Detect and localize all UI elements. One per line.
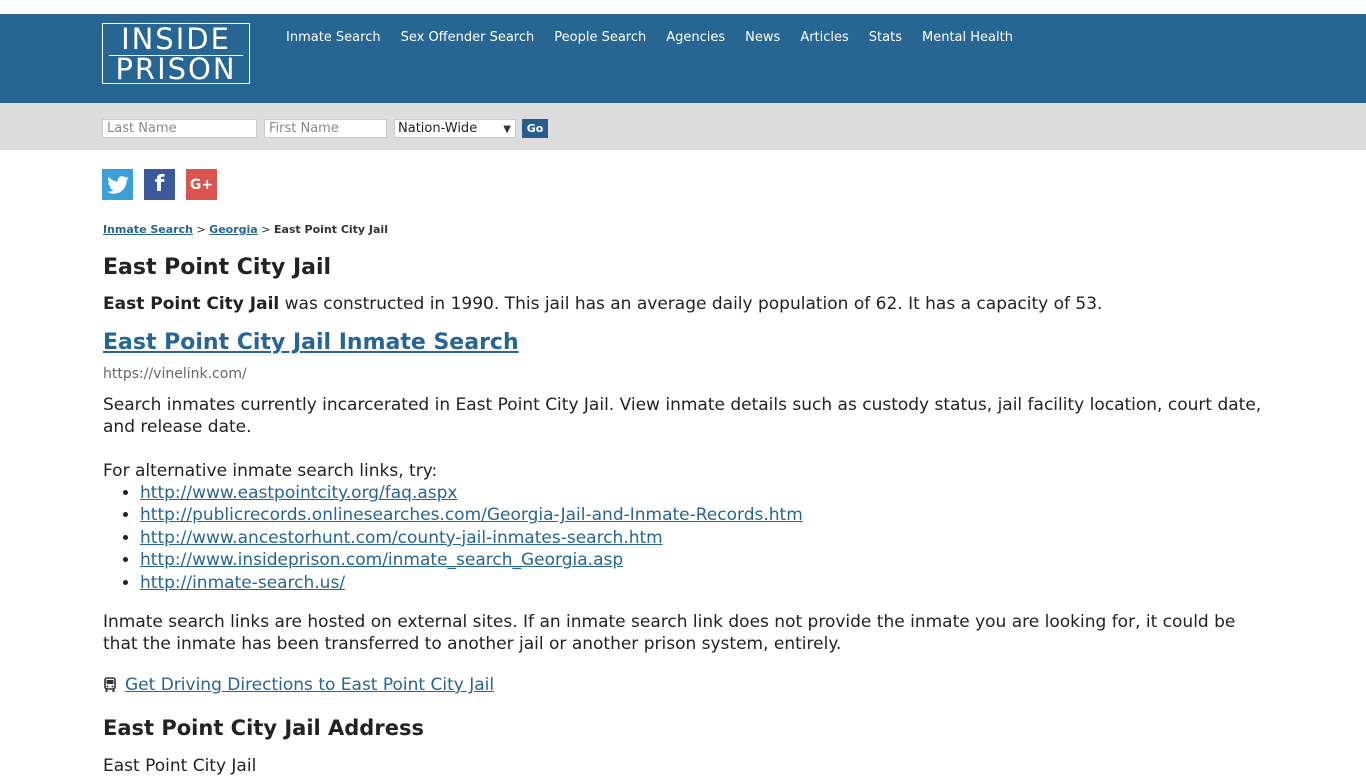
list-item: http://www.ancestorhunt.com/county-jail-… <box>140 527 803 549</box>
alt-link-ancestorhunt[interactable]: http://www.ancestorhunt.com/county-jail-… <box>140 528 663 548</box>
region-select-value: Nation-Wide <box>398 121 478 136</box>
twitter-bird-icon <box>106 175 129 194</box>
nav-agencies[interactable]: Agencies <box>666 29 725 47</box>
breadcrumb: Inmate Search > Georgia > East Point Cit… <box>103 222 388 238</box>
breadcrumb-separator: > <box>261 223 271 236</box>
car-icon <box>104 677 116 692</box>
first-name-input[interactable] <box>264 119 387 138</box>
facebook-icon[interactable]: f <box>144 169 175 200</box>
facebook-glyph: f <box>154 172 165 197</box>
go-button[interactable]: Go <box>522 119 548 138</box>
nav-stats[interactable]: Stats <box>869 29 902 47</box>
nav-mental-health[interactable]: Mental Health <box>922 29 1013 47</box>
alt-link-inmate-search-us[interactable]: http://inmate-search.us/ <box>140 573 345 593</box>
list-item: http://www.eastpointcity.org/faq.aspx <box>140 482 803 504</box>
list-item: http://publicrecords.onlinesearches.com/… <box>140 504 803 526</box>
driving-directions-link[interactable]: Get Driving Directions to East Point Cit… <box>125 674 494 696</box>
logo-line-1: INSIDE <box>121 22 231 56</box>
list-item: http://inmate-search.us/ <box>140 572 803 594</box>
page-title: East Point City Jail <box>103 255 332 280</box>
nav-sex-offender-search[interactable]: Sex Offender Search <box>401 29 535 47</box>
intro-text: was constructed in 1990. This jail has a… <box>279 294 1103 314</box>
address-line: East Point City Jail <box>103 756 257 776</box>
breadcrumb-separator: > <box>196 223 206 236</box>
google-plus-glyph: G+ <box>189 176 214 193</box>
google-plus-icon[interactable]: G+ <box>186 169 217 200</box>
chevron-down-icon: ▼ <box>503 124 511 135</box>
alt-links-intro: For alternative inmate search links, try… <box>103 461 438 481</box>
inmate-search-link[interactable]: East Point City Jail Inmate Search <box>103 329 519 357</box>
list-item: http://www.insideprison.com/inmate_searc… <box>140 549 803 571</box>
nav-inmate-search[interactable]: Inmate Search <box>286 29 381 47</box>
breadcrumb-georgia[interactable]: Georgia <box>209 223 258 236</box>
search-description: Search inmates currently incarcerated in… <box>103 395 1262 437</box>
nav-news[interactable]: News <box>745 29 780 47</box>
alt-link-insideprison[interactable]: http://www.insideprison.com/inmate_searc… <box>140 550 623 570</box>
top-strip <box>0 0 1366 14</box>
site-header: INSIDE PRISON Inmate Search Sex Offender… <box>0 14 1366 103</box>
social-share: f G+ <box>102 169 228 200</box>
search-bar: Nation-Wide ▼ <box>0 103 1366 150</box>
alt-link-eastpointcity[interactable]: http://www.eastpointcity.org/faq.aspx <box>140 483 458 503</box>
region-select[interactable]: Nation-Wide ▼ <box>394 119 516 138</box>
alt-links-list: http://www.eastpointcity.org/faq.aspx ht… <box>103 482 803 594</box>
driving-directions: Get Driving Directions to East Point Cit… <box>103 674 494 696</box>
alt-link-publicrecords[interactable]: http://publicrecords.onlinesearches.com/… <box>140 505 803 525</box>
search-url: https://vinelink.com/ <box>103 366 247 382</box>
nav-people-search[interactable]: People Search <box>554 29 646 47</box>
nav-articles[interactable]: Articles <box>800 29 848 47</box>
external-links-note: Inmate search links are hosted on extern… <box>103 612 1236 654</box>
breadcrumb-inmate-search[interactable]: Inmate Search <box>103 223 193 236</box>
last-name-input[interactable] <box>102 119 257 138</box>
intro-jail-name: East Point City Jail <box>103 294 280 314</box>
twitter-icon[interactable] <box>102 169 133 200</box>
intro-paragraph: East Point City Jail was constructed in … <box>103 293 1263 315</box>
address-heading: East Point City Jail Address <box>103 716 424 740</box>
breadcrumb-current: East Point City Jail <box>273 223 388 236</box>
logo-line-2: PRISON <box>115 52 237 86</box>
main-nav: Inmate Search Sex Offender Search People… <box>286 29 1033 47</box>
site-logo[interactable]: INSIDE PRISON <box>102 23 250 84</box>
